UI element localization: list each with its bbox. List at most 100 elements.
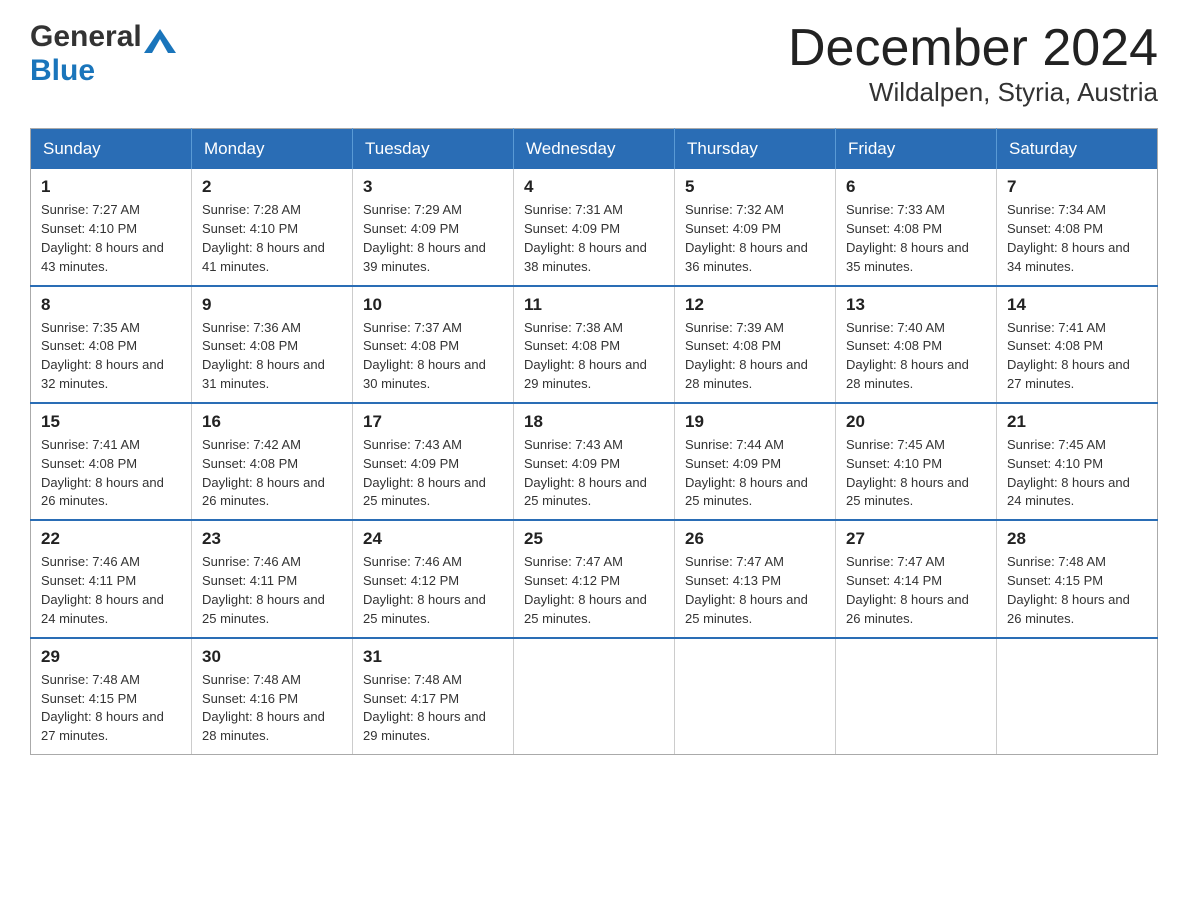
day-number: 15	[41, 412, 181, 432]
daylight-duration: Daylight: 8 hours and 24 minutes.	[1007, 475, 1130, 509]
day-number: 5	[685, 177, 825, 197]
table-row: 23Sunrise: 7:46 AMSunset: 4:11 PMDayligh…	[192, 520, 353, 637]
daylight-duration: Daylight: 8 hours and 28 minutes.	[202, 709, 325, 743]
sunrise-time: Sunrise: 7:33 AM	[846, 202, 945, 217]
sunrise-time: Sunrise: 7:39 AM	[685, 320, 784, 335]
daylight-duration: Daylight: 8 hours and 30 minutes.	[363, 357, 486, 391]
daylight-duration: Daylight: 8 hours and 25 minutes.	[524, 475, 647, 509]
day-info: Sunrise: 7:31 AMSunset: 4:09 PMDaylight:…	[524, 201, 664, 276]
sunset-time: Sunset: 4:12 PM	[363, 573, 459, 588]
sunrise-time: Sunrise: 7:38 AM	[524, 320, 623, 335]
sunset-time: Sunset: 4:10 PM	[846, 456, 942, 471]
day-number: 8	[41, 295, 181, 315]
sunset-time: Sunset: 4:08 PM	[846, 338, 942, 353]
table-row: 12Sunrise: 7:39 AMSunset: 4:08 PMDayligh…	[675, 286, 836, 403]
day-info: Sunrise: 7:46 AMSunset: 4:11 PMDaylight:…	[41, 553, 181, 628]
sunset-time: Sunset: 4:08 PM	[41, 338, 137, 353]
table-row: 14Sunrise: 7:41 AMSunset: 4:08 PMDayligh…	[997, 286, 1158, 403]
day-number: 31	[363, 647, 503, 667]
table-row: 5Sunrise: 7:32 AMSunset: 4:09 PMDaylight…	[675, 169, 836, 285]
table-row: 15Sunrise: 7:41 AMSunset: 4:08 PMDayligh…	[31, 403, 192, 520]
sunset-time: Sunset: 4:16 PM	[202, 691, 298, 706]
day-info: Sunrise: 7:33 AMSunset: 4:08 PMDaylight:…	[846, 201, 986, 276]
day-info: Sunrise: 7:29 AMSunset: 4:09 PMDaylight:…	[363, 201, 503, 276]
calendar-table: Sunday Monday Tuesday Wednesday Thursday…	[30, 128, 1158, 755]
day-number: 30	[202, 647, 342, 667]
daylight-duration: Daylight: 8 hours and 39 minutes.	[363, 240, 486, 274]
day-info: Sunrise: 7:48 AMSunset: 4:15 PMDaylight:…	[41, 671, 181, 746]
day-number: 21	[1007, 412, 1147, 432]
table-row: 6Sunrise: 7:33 AMSunset: 4:08 PMDaylight…	[836, 169, 997, 285]
sunset-time: Sunset: 4:10 PM	[41, 221, 137, 236]
sunset-time: Sunset: 4:08 PM	[524, 338, 620, 353]
sunset-time: Sunset: 4:09 PM	[524, 221, 620, 236]
table-row: 9Sunrise: 7:36 AMSunset: 4:08 PMDaylight…	[192, 286, 353, 403]
header-friday: Friday	[836, 129, 997, 170]
sunset-time: Sunset: 4:08 PM	[202, 456, 298, 471]
day-info: Sunrise: 7:36 AMSunset: 4:08 PMDaylight:…	[202, 319, 342, 394]
header-saturday: Saturday	[997, 129, 1158, 170]
day-number: 12	[685, 295, 825, 315]
day-info: Sunrise: 7:27 AMSunset: 4:10 PMDaylight:…	[41, 201, 181, 276]
table-row: 31Sunrise: 7:48 AMSunset: 4:17 PMDayligh…	[353, 638, 514, 755]
table-row: 7Sunrise: 7:34 AMSunset: 4:08 PMDaylight…	[997, 169, 1158, 285]
table-row: 10Sunrise: 7:37 AMSunset: 4:08 PMDayligh…	[353, 286, 514, 403]
sunset-time: Sunset: 4:09 PM	[524, 456, 620, 471]
daylight-duration: Daylight: 8 hours and 36 minutes.	[685, 240, 808, 274]
daylight-duration: Daylight: 8 hours and 27 minutes.	[41, 709, 164, 743]
table-row: 1 Sunrise: 7:27 AMSunset: 4:10 PMDaylight…	[31, 169, 192, 285]
table-row: 27Sunrise: 7:47 AMSunset: 4:14 PMDayligh…	[836, 520, 997, 637]
sunrise-time: Sunrise: 7:35 AM	[41, 320, 140, 335]
sunrise-time: Sunrise: 7:47 AM	[846, 554, 945, 569]
daylight-duration: Daylight: 8 hours and 26 minutes.	[1007, 592, 1130, 626]
sunset-time: Sunset: 4:09 PM	[363, 221, 459, 236]
sunrise-time: Sunrise: 7:47 AM	[685, 554, 784, 569]
table-row: 13 Sunrise: 7:40 AMSunset: 4:08 PMDayligh…	[836, 286, 997, 403]
table-row: 16Sunrise: 7:42 AMSunset: 4:08 PMDayligh…	[192, 403, 353, 520]
sunrise-time: Sunrise: 7:42 AM	[202, 437, 301, 452]
day-info: Sunrise: 7:28 AMSunset: 4:10 PMDaylight:…	[202, 201, 342, 276]
day-info: Sunrise: 7:40 AMSunset: 4:08 PMDaylight:…	[846, 319, 986, 394]
table-row: 19Sunrise: 7:44 AMSunset: 4:09 PMDayligh…	[675, 403, 836, 520]
table-row: 17Sunrise: 7:43 AMSunset: 4:09 PMDayligh…	[353, 403, 514, 520]
day-info: Sunrise: 7:48 AM Sunset: 4:16 PM Daylight:…	[202, 671, 342, 746]
sunrise-time: Sunrise: 7:48 AM	[202, 672, 301, 687]
day-number: 19	[685, 412, 825, 432]
day-number: 1	[41, 177, 181, 197]
header-monday: Monday	[192, 129, 353, 170]
sunset-time: Sunset: 4:09 PM	[685, 456, 781, 471]
sunrise-time: Sunrise: 7:41 AM	[1007, 320, 1106, 335]
day-number: 13	[846, 295, 986, 315]
table-row: 28Sunrise: 7:48 AMSunset: 4:15 PMDayligh…	[997, 520, 1158, 637]
daylight-duration: Daylight: 8 hours and 29 minutes.	[524, 357, 647, 391]
daylight-duration: Daylight: 8 hours and 25 minutes.	[363, 592, 486, 626]
day-info: Sunrise: 7:43 AMSunset: 4:09 PMDaylight:…	[363, 436, 503, 511]
daylight-duration: Daylight: 8 hours and 29 minutes.	[363, 709, 486, 743]
sunrise-time: Sunrise: 7:46 AM	[41, 554, 140, 569]
day-number: 28	[1007, 529, 1147, 549]
daylight-duration: Daylight: 8 hours and 41 minutes.	[202, 240, 325, 274]
sunset-time: Sunset: 4:15 PM	[1007, 573, 1103, 588]
table-row	[514, 638, 675, 755]
daylight-duration: Daylight: 8 hours and 31 minutes.	[202, 357, 325, 391]
table-row: 4 Sunrise: 7:31 AMSunset: 4:09 PMDaylight…	[514, 169, 675, 285]
day-number: 25	[524, 529, 664, 549]
sunset-time: Sunset: 4:08 PM	[202, 338, 298, 353]
daylight-duration: Daylight: 8 hours and 34 minutes.	[1007, 240, 1130, 274]
sunrise-time: Sunrise: 7:43 AM	[363, 437, 462, 452]
day-number: 4	[524, 177, 664, 197]
sunset-time: Sunset: 4:08 PM	[363, 338, 459, 353]
table-row: 24Sunrise: 7:46 AMSunset: 4:12 PMDayligh…	[353, 520, 514, 637]
header-thursday: Thursday	[675, 129, 836, 170]
sunset-time: Sunset: 4:17 PM	[363, 691, 459, 706]
calendar-week-row: 8 Sunrise: 7:35 AM Sunset: 4:08 PM Daylight…	[31, 286, 1158, 403]
table-row: 30 Sunrise: 7:48 AM Sunset: 4:16 PM Dayligh…	[192, 638, 353, 755]
sunset-time: Sunset: 4:11 PM	[41, 573, 136, 588]
table-row: 20Sunrise: 7:45 AMSunset: 4:10 PMDayligh…	[836, 403, 997, 520]
daylight-duration: Daylight: 8 hours and 25 minutes.	[363, 475, 486, 509]
daylight-duration: Daylight: 8 hours and 25 minutes.	[846, 475, 969, 509]
calendar-week-row: 29Sunrise: 7:48 AMSunset: 4:15 PMDayligh…	[31, 638, 1158, 755]
table-row: 21Sunrise: 7:45 AMSunset: 4:10 PMDayligh…	[997, 403, 1158, 520]
logo-triangle-icon	[144, 25, 176, 53]
table-row: 22Sunrise: 7:46 AMSunset: 4:11 PMDayligh…	[31, 520, 192, 637]
